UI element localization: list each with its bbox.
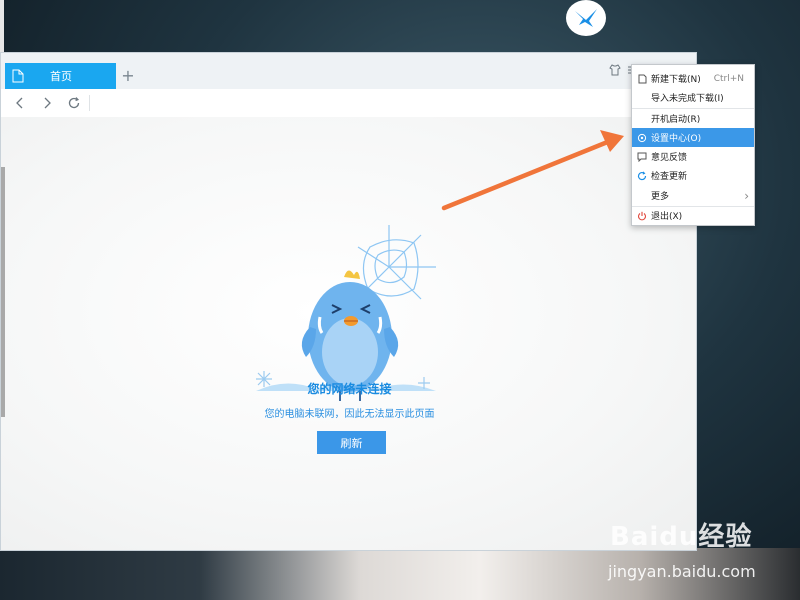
menu-item-feedback[interactable]: 意见反馈 xyxy=(632,147,754,166)
settings-icon xyxy=(637,133,647,143)
refresh-button[interactable]: 刷新 xyxy=(317,431,386,454)
power-icon xyxy=(637,211,647,221)
menu-item-label: 导入未完成下载(I) xyxy=(651,94,724,104)
menu-item-import-unfinished[interactable]: 导入未完成下载(I) xyxy=(632,88,754,107)
menu-item-shortcut: Ctrl+N xyxy=(713,73,744,84)
menu-item-label: 更多 xyxy=(651,192,670,202)
menu-item-label: 意见反馈 xyxy=(651,153,688,163)
baidu-watermark: Baidu经验 jingyan.baidu.com xyxy=(600,512,780,592)
page-icon xyxy=(12,69,24,83)
new-download-icon xyxy=(637,74,647,84)
skin-icon[interactable] xyxy=(607,62,623,78)
reload-icon[interactable] xyxy=(65,94,83,112)
new-tab-button[interactable]: + xyxy=(120,66,136,86)
error-subtitle: 您的电脑未联网，因此无法显示此页面 xyxy=(264,409,435,420)
menu-item-settings[interactable]: 设置中心(O) xyxy=(632,128,754,147)
menu-item-label: 新建下载(N) xyxy=(651,75,701,85)
navigation-bar xyxy=(1,89,696,118)
watermark-brand: Baidu经验 xyxy=(610,522,753,552)
menu-item-autostart[interactable]: 开机启动(R) xyxy=(632,109,754,128)
page-content: 您的网络未连接 您的电脑未联网，因此无法显示此页面 刷新 xyxy=(1,117,696,550)
nav-divider xyxy=(89,95,90,111)
watermark-url: jingyan.baidu.com xyxy=(608,562,756,581)
refresh-icon xyxy=(637,170,647,181)
error-title: 您的网络未连接 xyxy=(307,382,392,396)
offline-bird-illustration xyxy=(256,225,436,401)
main-menu: 新建下载(N) Ctrl+N 导入未完成下载(I) 开机启动(R) 设置中心(O… xyxy=(631,64,755,226)
back-icon[interactable] xyxy=(11,94,29,112)
feedback-icon xyxy=(637,152,647,162)
menu-item-exit[interactable]: 退出(X) xyxy=(632,206,754,225)
menu-item-more[interactable]: 更多 › xyxy=(632,186,754,205)
submenu-arrow-icon: › xyxy=(744,188,749,203)
title-bar: 首页 + xyxy=(1,53,696,90)
menu-item-label: 退出(X) xyxy=(651,212,683,222)
menu-item-new-download[interactable]: 新建下载(N) Ctrl+N xyxy=(632,69,754,88)
menu-item-label: 检查更新 xyxy=(651,172,688,182)
forward-icon[interactable] xyxy=(38,94,56,112)
menu-item-label: 设置中心(O) xyxy=(651,134,702,144)
menu-item-check-update[interactable]: 检查更新 xyxy=(632,166,754,185)
tab-home[interactable]: 首页 xyxy=(5,63,116,89)
menu-item-label: 开机启动(R) xyxy=(651,115,701,125)
thunder-logo-icon[interactable] xyxy=(566,0,606,36)
download-manager-window: 首页 + 您的网络未连接 您的电脑未联网，因此无法显示此页面 刷新 xyxy=(0,52,697,551)
tab-label: 首页 xyxy=(50,70,72,83)
